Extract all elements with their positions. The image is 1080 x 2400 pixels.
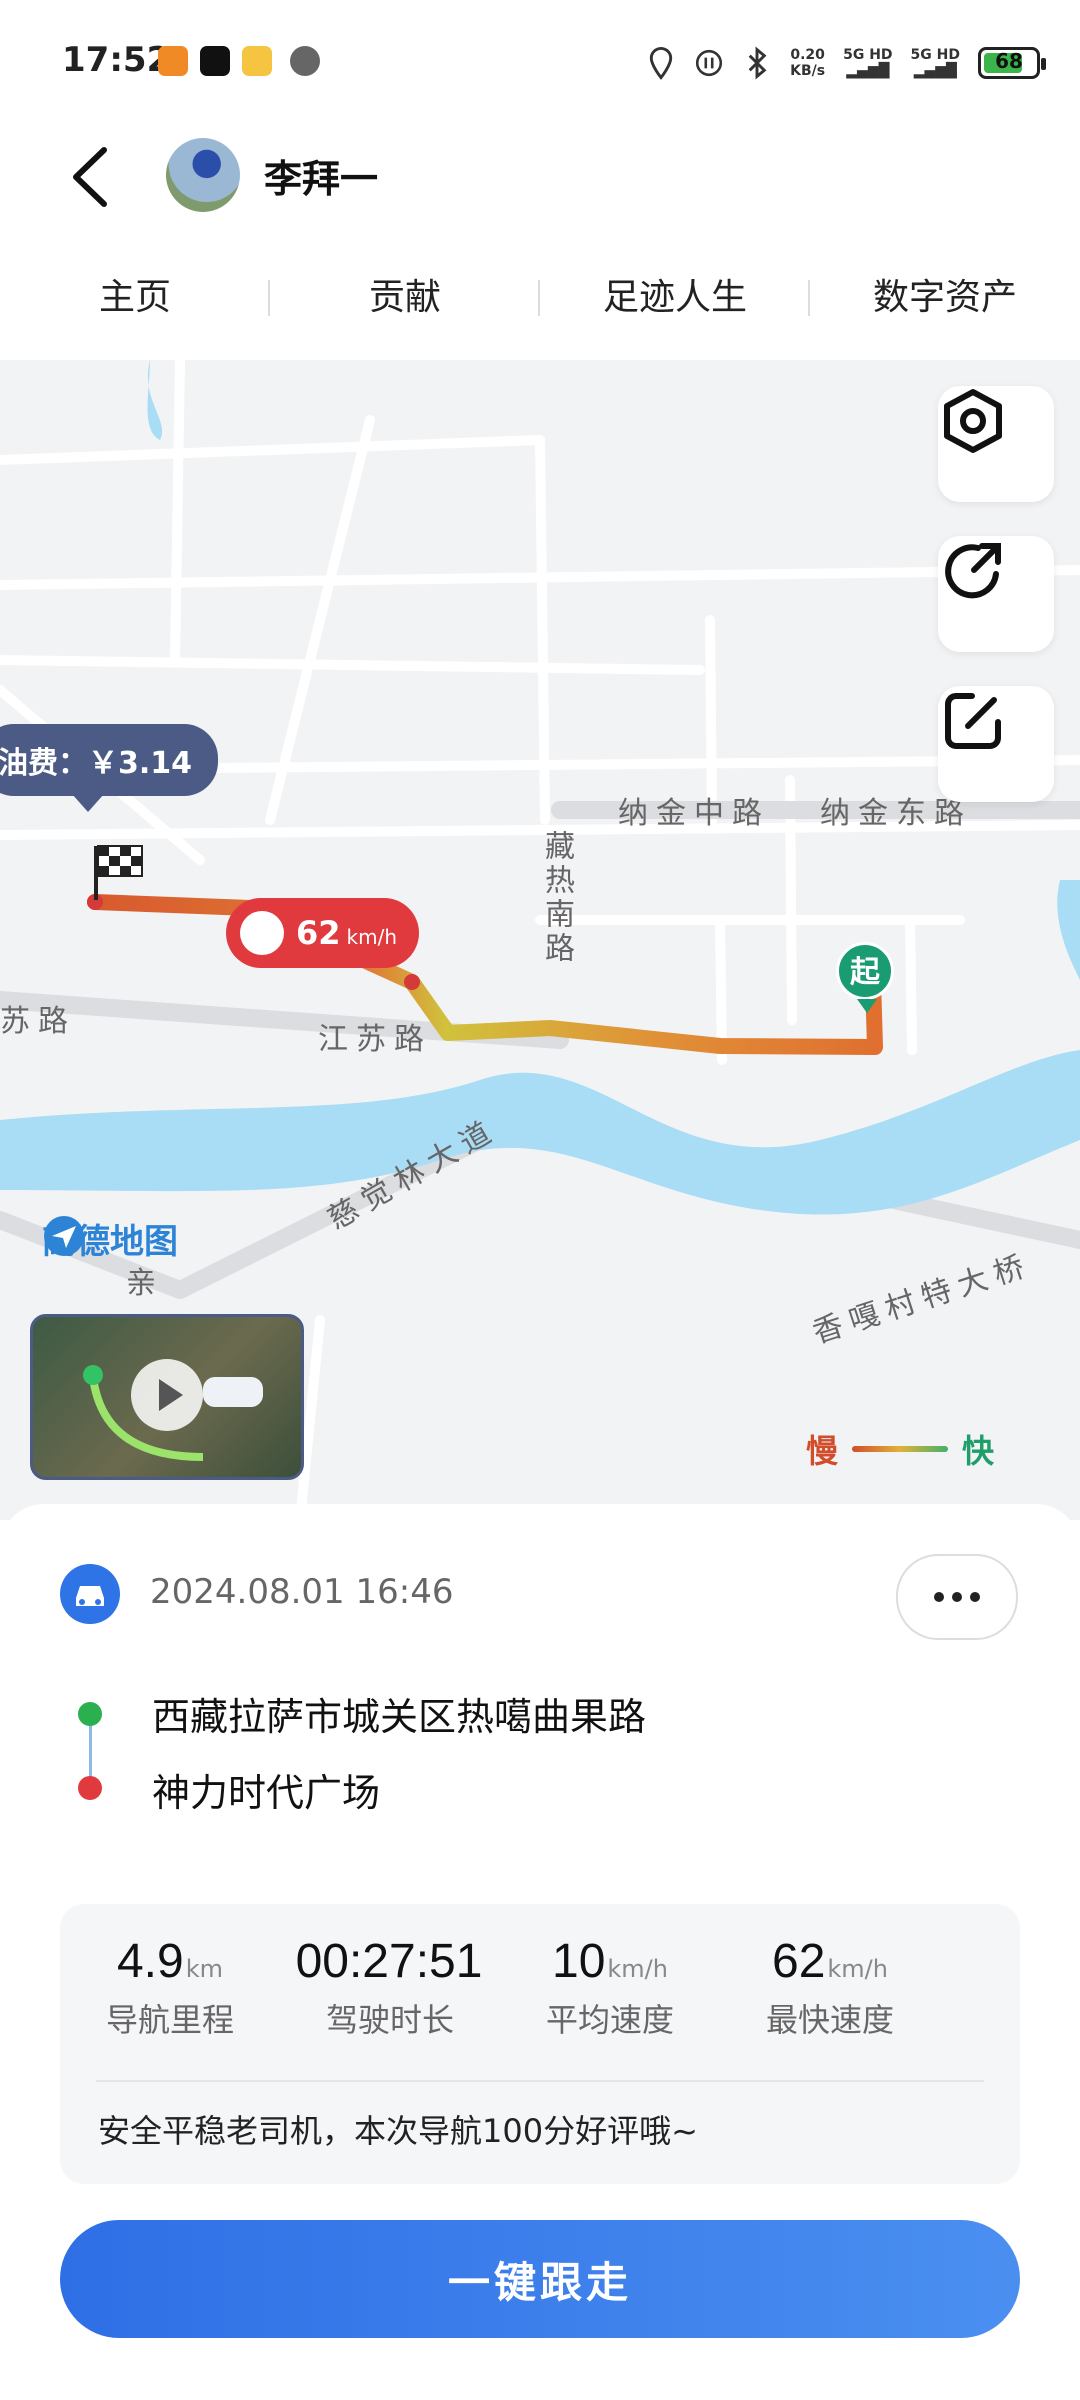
trip-datetime: 2024.08.01 16:46 xyxy=(150,1572,454,1612)
tab-contribution[interactable]: 贡献 xyxy=(270,258,540,338)
status-bar: 17:52 0.20 KB/s 5G HD ▂▄▆█ 5G HD ▂▄▆█ 68 xyxy=(0,0,1080,120)
stat-max-speed: 62km/h 最快速度 xyxy=(765,1935,894,2039)
rocket-icon xyxy=(240,911,284,955)
stat-duration: 00:27:51 驾驶时长 xyxy=(295,1935,483,2039)
tab-footprint[interactable]: 足迹人生 xyxy=(540,258,810,338)
battery-indicator: 68 xyxy=(978,47,1046,79)
amap-logo-icon xyxy=(44,1216,84,1256)
sim2-signal: 5G HD ▂▄▆█ xyxy=(910,47,960,79)
clock: 17:52 xyxy=(62,40,171,80)
tiktok-notification-icon xyxy=(200,46,230,76)
end-dot-icon xyxy=(78,1776,102,1800)
trip-stats-panel: 4.9km 导航里程 00:27:51 驾驶时长 10km/h 平均速度 62k… xyxy=(60,1904,1020,2184)
road-label: 纳金中路 xyxy=(618,796,770,831)
stat-avg-speed: 10km/h 平均速度 xyxy=(545,1935,674,2039)
road-label: 藏热南路 xyxy=(539,830,574,966)
bluetooth-icon xyxy=(748,46,767,80)
divider xyxy=(96,2080,984,2082)
stat-distance: 4.9km 导航里程 xyxy=(105,1935,234,2039)
map-layers-button[interactable] xyxy=(938,386,1054,502)
speed-legend: 慢 快 xyxy=(806,1432,995,1470)
profile-header: 李拜一 xyxy=(0,120,1080,230)
edit-icon xyxy=(945,693,1001,749)
play-icon[interactable] xyxy=(131,1359,203,1431)
back-arrow-icon[interactable] xyxy=(62,142,122,212)
start-dot-icon xyxy=(78,1702,102,1726)
vibrate-icon xyxy=(696,49,723,77)
max-speed-bubble: 62 km/h xyxy=(226,898,420,968)
tab-digital-assets[interactable]: 数字资产 xyxy=(810,258,1080,338)
end-address: 神力时代广场 xyxy=(152,1771,381,1815)
settings-hexagon-icon xyxy=(944,389,1002,453)
user-name: 李拜一 xyxy=(264,157,379,201)
tab-home[interactable]: 主页 xyxy=(0,258,270,338)
road-label: 江苏路 xyxy=(318,1022,432,1057)
road-label: 苏路 xyxy=(0,1004,76,1039)
edit-button[interactable] xyxy=(938,686,1054,802)
sim1-signal: 5G HD ▂▄▆█ xyxy=(843,47,893,79)
start-address: 西藏拉萨市城关区热噶曲果路 xyxy=(152,1695,647,1739)
route-video-thumbnail[interactable] xyxy=(30,1314,304,1480)
finish-flag-icon xyxy=(94,845,143,900)
app-notification-icon xyxy=(290,46,320,76)
share-button[interactable] xyxy=(938,536,1054,652)
trip-info-card: 2024.08.01 16:46 西藏拉萨市城关区热噶曲果路 神力时代广场 4.… xyxy=(0,1504,1080,2400)
app-notification-icon xyxy=(158,46,188,76)
route-map[interactable]: 油费：￥3.14 62 km/h 起 纳金中路 纳金东路 藏热南路 江苏路 苏路… xyxy=(0,360,1080,1520)
road-label: 亲 xyxy=(126,1266,164,1301)
car-icon xyxy=(60,1564,120,1624)
location-icon xyxy=(649,46,673,80)
profile-tabs: 主页 贡献 足迹人生 数字资产 xyxy=(0,258,1080,338)
follow-route-button[interactable]: 一键跟走 xyxy=(60,2220,1020,2338)
amap-logo: 高德地图 xyxy=(42,1214,178,1263)
network-speed: 0.20 KB/s xyxy=(790,47,826,79)
fuel-cost-bubble: 油费：￥3.14 xyxy=(0,724,219,812)
avatar[interactable] xyxy=(166,138,240,212)
more-options-button[interactable] xyxy=(896,1554,1018,1640)
start-marker: 起 xyxy=(836,942,894,1013)
weibo-notification-icon xyxy=(242,46,272,76)
share-icon xyxy=(945,543,1001,599)
driving-comment: 安全平稳老司机，本次导航100分好评哦~ xyxy=(98,2112,698,2150)
